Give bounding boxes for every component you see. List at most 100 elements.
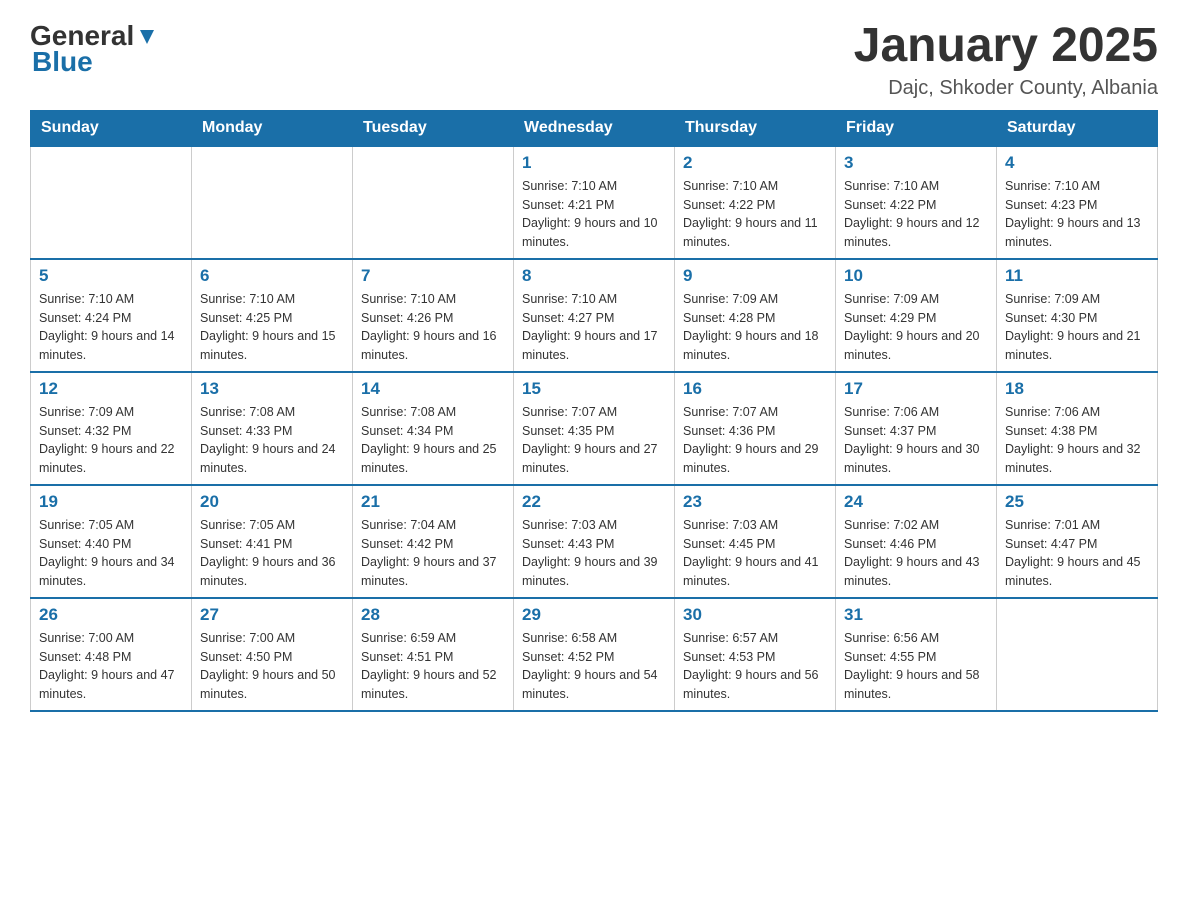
calendar-cell: 25 Sunrise: 7:01 AM Sunset: 4:47 PM Dayli… [997,485,1158,598]
day-number: 30 [683,605,827,625]
day-number: 25 [1005,492,1149,512]
day-number: 3 [844,153,988,173]
calendar-cell: 2 Sunrise: 7:10 AM Sunset: 4:22 PM Daylig… [675,146,836,259]
calendar-header-monday: Monday [192,110,353,146]
day-number: 21 [361,492,505,512]
day-detail: Sunrise: 7:00 AM Sunset: 4:48 PM Dayligh… [39,629,183,704]
calendar-cell: 7 Sunrise: 7:10 AM Sunset: 4:26 PM Daylig… [353,259,514,372]
day-detail: Sunrise: 7:10 AM Sunset: 4:25 PM Dayligh… [200,290,344,365]
day-number: 19 [39,492,183,512]
calendar-cell: 12 Sunrise: 7:09 AM Sunset: 4:32 PM Dayli… [31,372,192,485]
calendar-cell: 6Sunrise: 7:10 AM Sunset: 4:25 PM Daylig… [192,259,353,372]
calendar-cell: 10 Sunrise: 7:09 AM Sunset: 4:29 PM Dayli… [836,259,997,372]
day-number: 14 [361,379,505,399]
day-number: 31 [844,605,988,625]
day-number: 20 [200,492,344,512]
day-detail: Sunrise: 7:08 AM Sunset: 4:33 PM Dayligh… [200,403,344,478]
day-number: 8 [522,266,666,286]
day-detail: Sunrise: 7:05 AM Sunset: 4:40 PM Dayligh… [39,516,183,591]
page-header: General Blue January 2025 Dajc, Shkoder … [30,20,1158,100]
day-number: 24 [844,492,988,512]
day-detail: Sunrise: 7:10 AM Sunset: 4:27 PM Dayligh… [522,290,666,365]
logo: General Blue [30,20,158,78]
calendar-cell: 27Sunrise: 7:00 AM Sunset: 4:50 PM Dayli… [192,598,353,711]
calendar-cell: 28 Sunrise: 6:59 AM Sunset: 4:51 PM Dayli… [353,598,514,711]
calendar-cell: 8 Sunrise: 7:10 AM Sunset: 4:27 PM Daylig… [514,259,675,372]
calendar-table: SundayMondayTuesdayWednesdayThursdayFrid… [30,110,1158,712]
day-number: 12 [39,379,183,399]
day-number: 15 [522,379,666,399]
day-number: 1 [522,153,666,173]
day-number: 5 [39,266,183,286]
day-detail: Sunrise: 7:07 AM Sunset: 4:36 PM Dayligh… [683,403,827,478]
day-number: 26 [39,605,183,625]
calendar-cell: 9 Sunrise: 7:09 AM Sunset: 4:28 PM Daylig… [675,259,836,372]
day-detail: Sunrise: 7:10 AM Sunset: 4:22 PM Dayligh… [844,177,988,252]
day-number: 7 [361,266,505,286]
day-detail: Sunrise: 7:09 AM Sunset: 4:32 PM Dayligh… [39,403,183,478]
day-detail: Sunrise: 7:00 AM Sunset: 4:50 PM Dayligh… [200,629,344,704]
calendar-cell: 23Sunrise: 7:03 AM Sunset: 4:45 PM Dayli… [675,485,836,598]
day-detail: Sunrise: 7:04 AM Sunset: 4:42 PM Dayligh… [361,516,505,591]
calendar-week-row: 1 Sunrise: 7:10 AM Sunset: 4:21 PM Daylig… [31,146,1158,259]
location-subtitle: Dajc, Shkoder County, Albania [854,77,1158,100]
calendar-cell: 13 Sunrise: 7:08 AM Sunset: 4:33 PM Dayli… [192,372,353,485]
day-detail: Sunrise: 7:10 AM Sunset: 4:23 PM Dayligh… [1005,177,1149,252]
calendar-cell: 29 Sunrise: 6:58 AM Sunset: 4:52 PM Dayli… [514,598,675,711]
title-area: January 2025 Dajc, Shkoder County, Alban… [854,20,1158,100]
day-detail: Sunrise: 7:10 AM Sunset: 4:26 PM Dayligh… [361,290,505,365]
day-detail: Sunrise: 7:10 AM Sunset: 4:21 PM Dayligh… [522,177,666,252]
calendar-cell: 24Sunrise: 7:02 AM Sunset: 4:46 PM Dayli… [836,485,997,598]
day-number: 29 [522,605,666,625]
calendar-cell [997,598,1158,711]
day-detail: Sunrise: 6:56 AM Sunset: 4:55 PM Dayligh… [844,629,988,704]
calendar-header-thursday: Thursday [675,110,836,146]
calendar-week-row: 12 Sunrise: 7:09 AM Sunset: 4:32 PM Dayli… [31,372,1158,485]
calendar-header-tuesday: Tuesday [353,110,514,146]
calendar-cell: 26 Sunrise: 7:00 AM Sunset: 4:48 PM Dayli… [31,598,192,711]
day-number: 23 [683,492,827,512]
calendar-cell: 3 Sunrise: 7:10 AM Sunset: 4:22 PM Daylig… [836,146,997,259]
day-detail: Sunrise: 7:09 AM Sunset: 4:30 PM Dayligh… [1005,290,1149,365]
calendar-cell: 22Sunrise: 7:03 AM Sunset: 4:43 PM Dayli… [514,485,675,598]
day-number: 2 [683,153,827,173]
day-detail: Sunrise: 7:09 AM Sunset: 4:28 PM Dayligh… [683,290,827,365]
day-detail: Sunrise: 7:06 AM Sunset: 4:37 PM Dayligh… [844,403,988,478]
day-number: 13 [200,379,344,399]
calendar-cell: 30 Sunrise: 6:57 AM Sunset: 4:53 PM Dayli… [675,598,836,711]
day-detail: Sunrise: 7:01 AM Sunset: 4:47 PM Dayligh… [1005,516,1149,591]
calendar-week-row: 26 Sunrise: 7:00 AM Sunset: 4:48 PM Dayli… [31,598,1158,711]
day-number: 9 [683,266,827,286]
calendar-cell: 14 Sunrise: 7:08 AM Sunset: 4:34 PM Dayli… [353,372,514,485]
calendar-cell: 21 Sunrise: 7:04 AM Sunset: 4:42 PM Dayli… [353,485,514,598]
calendar-header-row: SundayMondayTuesdayWednesdayThursdayFrid… [31,110,1158,146]
day-detail: Sunrise: 7:03 AM Sunset: 4:43 PM Dayligh… [522,516,666,591]
calendar-cell: 11Sunrise: 7:09 AM Sunset: 4:30 PM Dayli… [997,259,1158,372]
day-detail: Sunrise: 6:58 AM Sunset: 4:52 PM Dayligh… [522,629,666,704]
day-number: 17 [844,379,988,399]
calendar-week-row: 19 Sunrise: 7:05 AM Sunset: 4:40 PM Dayli… [31,485,1158,598]
calendar-cell: 4Sunrise: 7:10 AM Sunset: 4:23 PM Daylig… [997,146,1158,259]
calendar-cell: 19 Sunrise: 7:05 AM Sunset: 4:40 PM Dayli… [31,485,192,598]
calendar-cell [192,146,353,259]
calendar-cell: 15 Sunrise: 7:07 AM Sunset: 4:35 PM Dayli… [514,372,675,485]
calendar-cell: 31 Sunrise: 6:56 AM Sunset: 4:55 PM Dayli… [836,598,997,711]
day-number: 18 [1005,379,1149,399]
calendar-cell: 1 Sunrise: 7:10 AM Sunset: 4:21 PM Daylig… [514,146,675,259]
calendar-cell [31,146,192,259]
day-detail: Sunrise: 7:06 AM Sunset: 4:38 PM Dayligh… [1005,403,1149,478]
calendar-cell: 16Sunrise: 7:07 AM Sunset: 4:36 PM Dayli… [675,372,836,485]
calendar-header-sunday: Sunday [31,110,192,146]
day-number: 28 [361,605,505,625]
day-detail: Sunrise: 7:08 AM Sunset: 4:34 PM Dayligh… [361,403,505,478]
day-number: 10 [844,266,988,286]
calendar-cell [353,146,514,259]
day-detail: Sunrise: 7:10 AM Sunset: 4:22 PM Dayligh… [683,177,827,252]
day-detail: Sunrise: 7:09 AM Sunset: 4:29 PM Dayligh… [844,290,988,365]
day-detail: Sunrise: 6:57 AM Sunset: 4:53 PM Dayligh… [683,629,827,704]
day-detail: Sunrise: 7:07 AM Sunset: 4:35 PM Dayligh… [522,403,666,478]
calendar-cell: 18 Sunrise: 7:06 AM Sunset: 4:38 PM Dayli… [997,372,1158,485]
calendar-week-row: 5Sunrise: 7:10 AM Sunset: 4:24 PM Daylig… [31,259,1158,372]
day-detail: Sunrise: 6:59 AM Sunset: 4:51 PM Dayligh… [361,629,505,704]
logo-text-blue: Blue [32,46,93,78]
